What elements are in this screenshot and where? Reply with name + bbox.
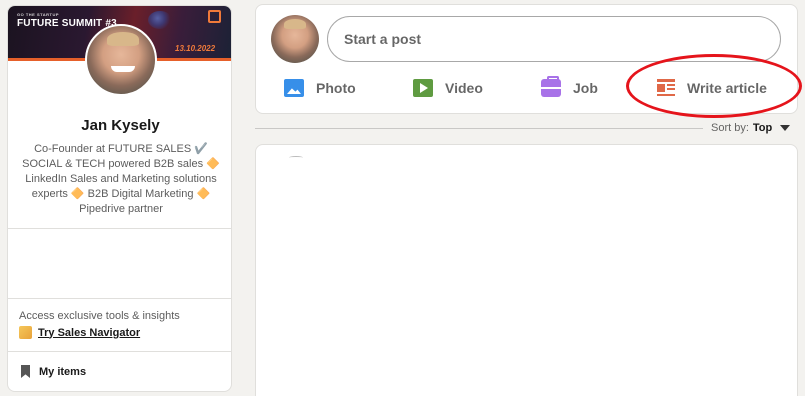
banner-globe-graphic: [148, 11, 172, 29]
article-icon: [657, 79, 675, 97]
start-post-button[interactable]: Start a post: [327, 16, 781, 62]
photo-button[interactable]: Photo: [284, 74, 356, 102]
flag-icon: [208, 10, 221, 23]
user-avatar[interactable]: [271, 15, 319, 63]
feed-post-card: [255, 144, 798, 396]
write-article-button[interactable]: Write article: [657, 74, 767, 102]
banner-small-text: GO THE STARTUP: [17, 12, 60, 17]
divider: [8, 351, 231, 352]
job-label: Job: [573, 80, 598, 96]
write-article-label: Write article: [687, 80, 767, 96]
video-icon: [413, 79, 433, 97]
bookmark-icon: [21, 365, 30, 378]
profile-avatar[interactable]: [85, 24, 157, 96]
divider: [8, 228, 231, 229]
photo-icon: [284, 79, 304, 97]
profile-card: GO THE STARTUP FUTURE SUMMIT #3 13.10.20…: [7, 5, 232, 392]
try-sales-navigator-label: Try Sales Navigator: [38, 326, 141, 339]
profile-headline: Co-Founder at FUTURE SALES ✔️ SOCIAL & T…: [22, 143, 220, 215]
photo-label: Photo: [316, 80, 356, 96]
sort-by-value: Top: [752, 122, 773, 134]
sort-by-label: Sort by:: [711, 122, 749, 134]
divider: [8, 298, 231, 299]
sort-divider: [255, 128, 703, 129]
my-items-link[interactable]: My items: [21, 365, 86, 378]
sort-by-dropdown[interactable]: Sort by: Top: [711, 122, 791, 134]
try-sales-navigator-link[interactable]: Try Sales Navigator: [19, 326, 140, 339]
share-box: Start a post Photo Video Job Write artic…: [255, 4, 798, 114]
my-items-label: My items: [39, 365, 87, 378]
job-button[interactable]: Job: [541, 74, 598, 102]
loading-arc: [289, 156, 303, 159]
video-button[interactable]: Video: [413, 74, 483, 102]
premium-icon: [19, 326, 32, 339]
banner-title-text: FUTURE SUMMIT #3: [17, 18, 117, 29]
banner-date: 13.10.2022: [175, 44, 216, 53]
caret-down-icon: [780, 125, 791, 131]
video-label: Video: [445, 80, 483, 96]
premium-promo-text: Access exclusive tools & insights: [19, 310, 180, 322]
profile-name[interactable]: Jan Kysely: [8, 117, 231, 134]
banner-title: GO THE STARTUP FUTURE SUMMIT #3: [17, 12, 117, 29]
job-icon: [541, 76, 561, 97]
